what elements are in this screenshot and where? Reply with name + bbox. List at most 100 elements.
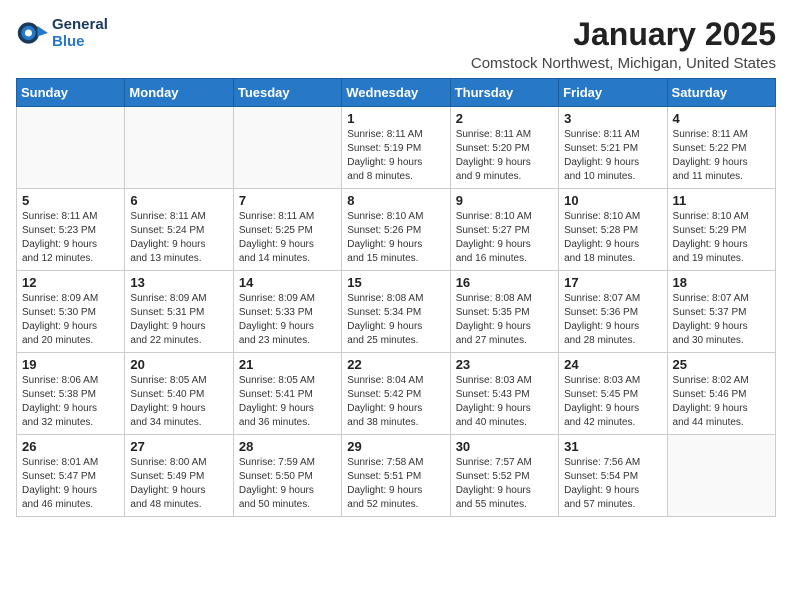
day-info: Sunrise: 7:56 AM Sunset: 5:54 PM Dayligh… (564, 456, 661, 512)
day-info: Sunrise: 8:11 AM Sunset: 5:21 PM Dayligh… (564, 128, 661, 184)
calendar-day-4: 4Sunrise: 8:11 AM Sunset: 5:22 PM Daylig… (667, 107, 775, 189)
calendar-empty-cell (17, 107, 125, 189)
day-info: Sunrise: 8:11 AM Sunset: 5:24 PM Dayligh… (130, 210, 227, 266)
day-info: Sunrise: 8:09 AM Sunset: 5:33 PM Dayligh… (239, 292, 336, 348)
calendar-day-12: 12 Sunrise: 8:09 AM Sunset: 5:30 PM Dayli… (17, 271, 125, 353)
calendar-day-27: 27 Sunrise: 8:00 AM Sunset: 5:49 PM Dayli… (125, 435, 233, 517)
day-info: Sunrise: 8:00 AM Sunset: 5:49 PM Dayligh… (130, 456, 227, 512)
day-number: 15 (347, 275, 444, 290)
weekday-header-thursday: Thursday (450, 79, 558, 107)
day-number: 25 (673, 357, 770, 372)
day-number: 13 (130, 275, 227, 290)
calendar-day-2: 2 Sunrise: 8:11 AM Sunset: 5:20 PM Daylig… (450, 107, 558, 189)
calendar-week-row: 12 Sunrise: 8:09 AM Sunset: 5:30 PM Dayli… (17, 271, 776, 353)
day-number: 3 (564, 111, 661, 126)
day-number: 28 (239, 439, 336, 454)
day-number: 17 (564, 275, 661, 290)
day-number: 7 (239, 193, 336, 208)
day-info: Sunrise: 8:11 AM Sunset: 5:19 PM Dayligh… (347, 128, 444, 184)
day-number: 26 (22, 439, 119, 454)
day-info: Sunrise: 8:05 AM Sunset: 5:41 PM Dayligh… (239, 374, 336, 430)
calendar-day-1: 1 Sunrise: 8:11 AM Sunset: 5:19 PM Daylig… (342, 107, 450, 189)
calendar-day-19: 19 Sunrise: 8:06 AM Sunset: 5:38 PM Dayli… (17, 353, 125, 435)
calendar-day-8: 8Sunrise: 8:10 AM Sunset: 5:26 PM Daylig… (342, 189, 450, 271)
calendar-day-28: 28 Sunrise: 7:59 AM Sunset: 5:50 PM Dayli… (233, 435, 341, 517)
day-number: 22 (347, 357, 444, 372)
logo-line2: Blue (52, 33, 108, 50)
calendar-empty-cell (667, 435, 775, 517)
calendar-day-23: 23 Sunrise: 8:03 AM Sunset: 5:43 PM Dayli… (450, 353, 558, 435)
day-info: Sunrise: 8:04 AM Sunset: 5:42 PM Dayligh… (347, 374, 444, 430)
day-info: Sunrise: 7:58 AM Sunset: 5:51 PM Dayligh… (347, 456, 444, 512)
day-number: 31 (564, 439, 661, 454)
calendar-day-6: 6 Sunrise: 8:11 AM Sunset: 5:24 PM Daylig… (125, 189, 233, 271)
day-info: Sunrise: 8:02 AM Sunset: 5:46 PM Dayligh… (673, 374, 770, 430)
calendar-day-31: 31 Sunrise: 7:56 AM Sunset: 5:54 PM Dayli… (559, 435, 667, 517)
calendar-day-20: 20 Sunrise: 8:05 AM Sunset: 5:40 PM Dayli… (125, 353, 233, 435)
day-number: 16 (456, 275, 553, 290)
day-info: Sunrise: 8:11 AM Sunset: 5:25 PM Dayligh… (239, 210, 336, 266)
day-number: 30 (456, 439, 553, 454)
day-number: 4 (673, 111, 770, 126)
day-number: 18 (673, 275, 770, 290)
day-info: Sunrise: 8:06 AM Sunset: 5:38 PM Dayligh… (22, 374, 119, 430)
day-number: 10 (564, 193, 661, 208)
day-info: Sunrise: 8:09 AM Sunset: 5:31 PM Dayligh… (130, 292, 227, 348)
calendar-day-11: 11 Sunrise: 8:10 AM Sunset: 5:29 PM Dayli… (667, 189, 775, 271)
calendar-table: SundayMondayTuesdayWednesdayThursdayFrid… (16, 78, 776, 517)
calendar-week-row: 5Sunrise: 8:11 AM Sunset: 5:23 PM Daylig… (17, 189, 776, 271)
calendar-week-row: 19 Sunrise: 8:06 AM Sunset: 5:38 PM Dayli… (17, 353, 776, 435)
logo-line1: General (52, 16, 108, 33)
day-info: Sunrise: 8:08 AM Sunset: 5:34 PM Dayligh… (347, 292, 444, 348)
day-info: Sunrise: 8:08 AM Sunset: 5:35 PM Dayligh… (456, 292, 553, 348)
calendar-day-21: 21 Sunrise: 8:05 AM Sunset: 5:41 PM Dayli… (233, 353, 341, 435)
calendar-week-row: 1 Sunrise: 8:11 AM Sunset: 5:19 PM Daylig… (17, 107, 776, 189)
day-number: 11 (673, 193, 770, 208)
weekday-header-friday: Friday (559, 79, 667, 107)
day-number: 20 (130, 357, 227, 372)
page-header: General Blue January 2025 Comstock North… (16, 16, 776, 72)
day-number: 27 (130, 439, 227, 454)
calendar-day-15: 15 Sunrise: 8:08 AM Sunset: 5:34 PM Dayli… (342, 271, 450, 353)
day-number: 19 (22, 357, 119, 372)
day-number: 1 (347, 111, 444, 126)
day-number: 12 (22, 275, 119, 290)
day-info: Sunrise: 8:07 AM Sunset: 5:37 PM Dayligh… (673, 292, 770, 348)
logo-icon (16, 17, 48, 49)
weekday-header-sunday: Sunday (17, 79, 125, 107)
day-number: 23 (456, 357, 553, 372)
day-info: Sunrise: 7:57 AM Sunset: 5:52 PM Dayligh… (456, 456, 553, 512)
day-number: 14 (239, 275, 336, 290)
calendar-day-18: 18 Sunrise: 8:07 AM Sunset: 5:37 PM Dayli… (667, 271, 775, 353)
day-info: Sunrise: 8:10 AM Sunset: 5:29 PM Dayligh… (673, 210, 770, 266)
day-info: Sunrise: 8:03 AM Sunset: 5:43 PM Dayligh… (456, 374, 553, 430)
calendar-day-10: 10 Sunrise: 8:10 AM Sunset: 5:28 PM Dayli… (559, 189, 667, 271)
day-info: Sunrise: 8:11 AM Sunset: 5:23 PM Dayligh… (22, 210, 119, 266)
day-info: Sunrise: 8:03 AM Sunset: 5:45 PM Dayligh… (564, 374, 661, 430)
calendar-empty-cell (233, 107, 341, 189)
day-number: 2 (456, 111, 553, 126)
day-info: Sunrise: 8:10 AM Sunset: 5:26 PM Dayligh… (347, 210, 444, 266)
calendar-day-25: 25 Sunrise: 8:02 AM Sunset: 5:46 PM Dayli… (667, 353, 775, 435)
day-info: Sunrise: 8:05 AM Sunset: 5:40 PM Dayligh… (130, 374, 227, 430)
day-info: Sunrise: 8:01 AM Sunset: 5:47 PM Dayligh… (22, 456, 119, 512)
calendar-day-13: 13 Sunrise: 8:09 AM Sunset: 5:31 PM Dayli… (125, 271, 233, 353)
logo-text: General Blue (52, 16, 108, 51)
day-info: Sunrise: 8:09 AM Sunset: 5:30 PM Dayligh… (22, 292, 119, 348)
day-info: Sunrise: 8:10 AM Sunset: 5:28 PM Dayligh… (564, 210, 661, 266)
calendar-day-26: 26 Sunrise: 8:01 AM Sunset: 5:47 PM Dayli… (17, 435, 125, 517)
calendar-day-30: 30 Sunrise: 7:57 AM Sunset: 5:52 PM Dayli… (450, 435, 558, 517)
logo: General Blue (16, 16, 108, 51)
calendar-day-24: 24 Sunrise: 8:03 AM Sunset: 5:45 PM Dayli… (559, 353, 667, 435)
calendar-day-16: 16 Sunrise: 8:08 AM Sunset: 5:35 PM Dayli… (450, 271, 558, 353)
day-number: 9 (456, 193, 553, 208)
calendar-day-14: 14 Sunrise: 8:09 AM Sunset: 5:33 PM Dayli… (233, 271, 341, 353)
day-number: 21 (239, 357, 336, 372)
weekday-header-saturday: Saturday (667, 79, 775, 107)
day-info: Sunrise: 8:11 AM Sunset: 5:20 PM Dayligh… (456, 128, 553, 184)
calendar-day-3: 3 Sunrise: 8:11 AM Sunset: 5:21 PM Daylig… (559, 107, 667, 189)
day-info: Sunrise: 7:59 AM Sunset: 5:50 PM Dayligh… (239, 456, 336, 512)
day-number: 24 (564, 357, 661, 372)
month-title: January 2025 (471, 16, 776, 53)
day-number: 6 (130, 193, 227, 208)
